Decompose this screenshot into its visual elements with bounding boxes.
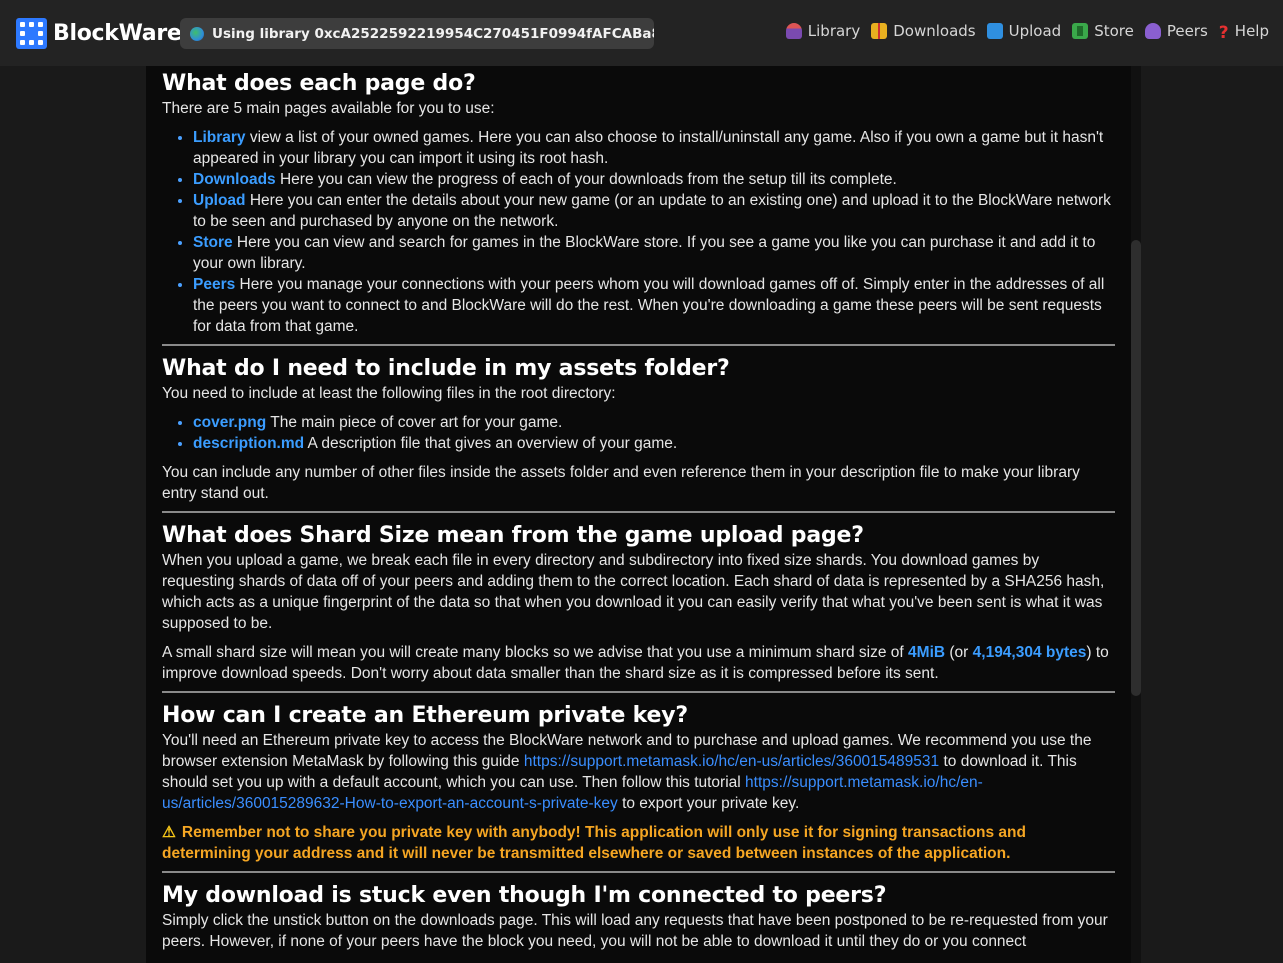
help-icon: ? — [1218, 23, 1229, 43]
list-item: description.md A description file that g… — [193, 433, 1115, 454]
assets-list: cover.png The main piece of cover art fo… — [162, 412, 1115, 454]
section-title-assets: What do I need to include in my assets f… — [162, 356, 730, 381]
upload-icon — [986, 23, 1003, 39]
divider — [162, 344, 1115, 346]
text-run: (or — [945, 644, 973, 661]
list-item-text: Here you manage your connections with yo… — [193, 276, 1105, 335]
help-content: What does each page do? There are 5 main… — [162, 70, 1115, 952]
divider — [162, 871, 1115, 873]
list-item-text: The main piece of cover art for your gam… — [266, 414, 563, 431]
section-outro-assets: You can include any number of other file… — [162, 464, 1080, 502]
list-item: Library view a list of your owned games.… — [193, 127, 1115, 169]
list-item: Store Here you can view and search for g… — [193, 232, 1115, 274]
pages-list: Library view a list of your owned games.… — [162, 127, 1115, 337]
list-item-text: A description file that gives an overvie… — [304, 435, 678, 452]
warning-icon: ⚠ — [162, 824, 176, 841]
shard-paragraph-1: When you upload a game, we break each fi… — [162, 552, 1105, 632]
section-title-shard: What does Shard Size mean from the game … — [162, 523, 864, 548]
list-item-text: Here you can enter the details about you… — [193, 192, 1111, 230]
term-cover: cover.png — [193, 414, 267, 431]
nav-downloads-label: Downloads — [893, 22, 976, 40]
term-peers: Peers — [193, 276, 236, 293]
text-run: A small shard size will mean you will cr… — [162, 644, 909, 661]
ethkey-paragraph: You'll need an Ethereum private key to a… — [162, 730, 1115, 814]
text-run: to export your private key. — [617, 795, 800, 812]
library-icon — [785, 23, 802, 39]
divider — [162, 691, 1115, 693]
blockware-logo-icon — [16, 17, 47, 49]
nav-store-label: Store — [1094, 22, 1134, 40]
nav-help-label: Help — [1234, 22, 1269, 40]
nav-upload-label: Upload — [1008, 22, 1062, 40]
nav-peers-label: Peers — [1166, 22, 1208, 40]
library-address-pill: Using library 0xcA2522592219954C270451F0… — [180, 18, 654, 49]
term-4mib: 4MiB — [908, 644, 946, 661]
shard-paragraph-2: A small shard size will mean you will cr… — [162, 642, 1115, 684]
list-item-text: Here you can view and search for games i… — [193, 234, 1096, 272]
brand-title: BlockWare — [53, 20, 182, 46]
section-intro-assets: You need to include at least the followi… — [162, 385, 616, 402]
section-title-pages: What does each page do? — [162, 71, 476, 96]
metamask-guide-link[interactable]: https://support.metamask.io/hc/en-us/art… — [524, 753, 939, 770]
top-navbar: BlockWare Using library 0xcA252259221995… — [0, 0, 1283, 66]
help-content-panel: What does each page do? There are 5 main… — [146, 66, 1131, 963]
warning-text: Remember not to share you private key wi… — [162, 824, 1026, 862]
section-title-ethkey: How can I create an Ethereum private key… — [162, 703, 688, 728]
library-address-text: Using library 0xcA2522592219954C270451F0… — [212, 25, 654, 42]
list-item: Peers Here you manage your connections w… — [193, 274, 1115, 337]
nav-store[interactable]: Store — [1072, 22, 1134, 40]
list-item: cover.png The main piece of cover art fo… — [193, 412, 1115, 433]
brand[interactable]: BlockWare — [16, 17, 182, 49]
globe-icon — [190, 26, 204, 41]
term-bytes: 4,194,304 bytes — [972, 644, 1087, 661]
nav-peers[interactable]: Peers — [1144, 22, 1208, 40]
right-margin — [1141, 66, 1283, 963]
store-icon — [1072, 23, 1089, 39]
main-nav: Library Downloads Upload Store Peers ? H… — [785, 22, 1269, 43]
private-key-warning: ⚠ Remember not to share you private key w… — [162, 822, 1115, 864]
list-item-text: Here you can view the progress of each o… — [275, 171, 897, 188]
downloads-icon — [871, 23, 888, 39]
scrollbar-thumb[interactable] — [1131, 240, 1141, 696]
term-library: Library — [193, 129, 246, 146]
term-upload: Upload — [193, 192, 246, 209]
left-margin — [0, 66, 146, 963]
term-downloads: Downloads — [193, 171, 276, 188]
stuck-paragraph: Simply click the unstick button on the d… — [162, 912, 1108, 950]
nav-library-label: Library — [807, 22, 861, 40]
list-item: Downloads Here you can view the progress… — [193, 169, 1115, 190]
nav-help[interactable]: ? Help — [1218, 22, 1269, 43]
term-store: Store — [193, 234, 233, 251]
nav-downloads[interactable]: Downloads — [871, 22, 976, 40]
peers-icon — [1144, 23, 1161, 39]
list-item-text: view a list of your owned games. Here yo… — [193, 129, 1104, 167]
section-intro-pages: There are 5 main pages available for you… — [162, 100, 495, 117]
nav-library[interactable]: Library — [785, 22, 861, 40]
list-item: Upload Here you can enter the details ab… — [193, 190, 1115, 232]
term-description: description.md — [193, 435, 305, 452]
section-title-stuck: My download is stuck even though I'm con… — [162, 883, 887, 908]
divider — [162, 511, 1115, 513]
nav-upload[interactable]: Upload — [986, 22, 1062, 40]
